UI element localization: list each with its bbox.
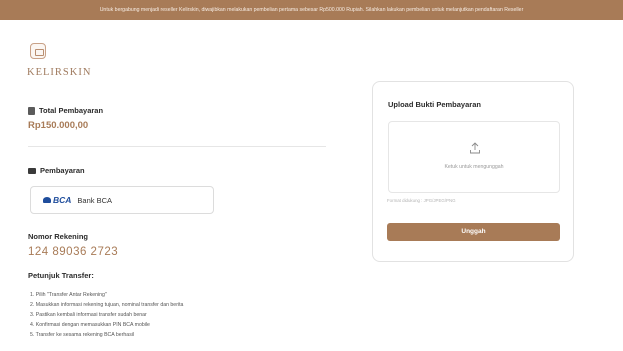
bank-name: Bank BCA: [77, 195, 113, 205]
bca-logo-text: BCA: [53, 195, 72, 205]
transfer-step: 2. Masukkan informasi rekening tujuan, n…: [30, 302, 184, 308]
total-payment-amount: Rp150.000,00: [28, 120, 89, 131]
transfer-step: 1. Pilih "Transfer Antar Rekening": [30, 292, 107, 298]
transfer-steps-list: 1. Pilih "Transfer Antar Rekening" 2. Ma…: [30, 290, 183, 340]
bca-mark-icon: [43, 197, 51, 203]
supported-formats: Format didukung : JPG/JPEG/PNG: [387, 198, 456, 203]
upload-title: Upload Bukti Pembayaran: [388, 100, 481, 109]
account-number-label: Nomor Rekening: [28, 232, 89, 241]
bank-option-bca[interactable]: BCA Bank BCA: [30, 186, 214, 214]
upload-card: Upload Bukti Pembayaran Ketuk untuk meng…: [372, 81, 574, 262]
upload-dropzone[interactable]: Ketuk untuk mengunggah: [388, 121, 560, 193]
brand-logo-icon: [30, 43, 46, 59]
transfer-step: 3. Pastikan kembali informasi transfer s…: [30, 312, 147, 318]
upload-icon: [470, 142, 480, 154]
reseller-info-banner: Untuk bergabung menjadi reseller Kelirsk…: [0, 0, 623, 20]
bca-logo: BCA: [43, 195, 71, 205]
upload-hint: Ketuk untuk mengunggah: [444, 164, 504, 170]
transfer-step: 5. Transfer ke sesama rekening BCA berha…: [30, 332, 135, 338]
payment-label: Pembayaran: [40, 166, 85, 175]
account-number: 124 89036 2723: [28, 246, 119, 258]
section-divider: [28, 146, 326, 147]
payment-heading: Pembayaran: [28, 166, 85, 175]
brand-name: KELIRSKIN: [27, 67, 92, 78]
receipt-icon: [28, 106, 35, 115]
total-payment-label: Total Pembayaran: [39, 106, 104, 115]
card-icon: [28, 167, 36, 174]
total-payment-heading: Total Pembayaran: [28, 106, 103, 115]
transfer-guide-title: Petunjuk Transfer:: [28, 271, 94, 280]
transfer-step: 4. Konfirmasi dengan memasukkan PIN BCA …: [30, 322, 150, 328]
upload-submit-button[interactable]: Unggah: [387, 223, 560, 241]
